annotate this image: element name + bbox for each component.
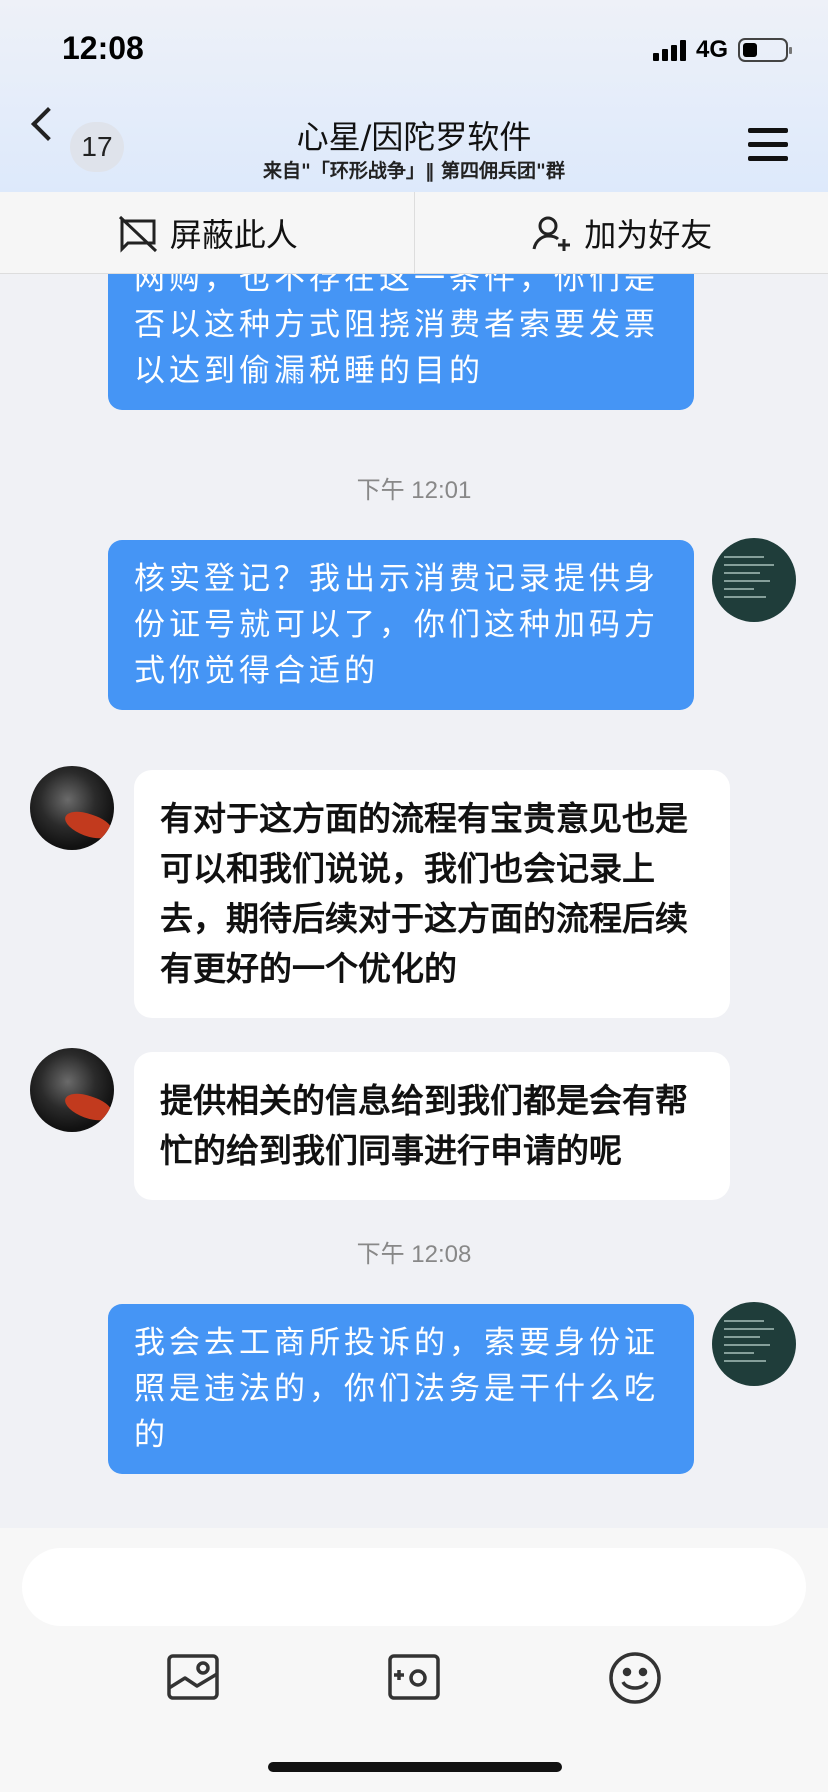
message-bubble-outgoing[interactable]: 我会去工商所投诉的，索要身份证照是违法的，你们法务是干什么吃的 xyxy=(108,1304,694,1474)
block-user-label: 屏蔽此人 xyxy=(169,215,298,254)
message-input[interactable] xyxy=(22,1548,806,1626)
block-user-icon xyxy=(118,215,157,253)
my-avatar[interactable] xyxy=(712,538,796,622)
camera-icon[interactable] xyxy=(384,1648,444,1708)
image-icon[interactable] xyxy=(163,1648,223,1708)
status-time: 12:08 xyxy=(62,30,144,66)
message-bubble-incoming[interactable]: 有对于这方面的流程有宝贵意见也是可以和我们说说，我们也会记录上去，期待后续对于这… xyxy=(134,770,730,1018)
message-timestamp: 下午 12:08 xyxy=(356,1241,472,1268)
add-friend-icon xyxy=(532,216,571,251)
input-toolbar xyxy=(0,1648,828,1748)
input-area xyxy=(0,1528,828,1792)
battery-icon xyxy=(738,38,792,62)
status-indicators: 4G xyxy=(652,36,792,64)
contact-avatar[interactable] xyxy=(30,1048,114,1132)
top-bar: 12:08 4G 17 心星/因陀罗软件 来自"「环形战争」‖ 第四佣兵团"群 xyxy=(0,0,828,192)
chat-area[interactable]: 网购，也不存在这一条件，你们是否以这种方式阻挠消费者索要发票以达到偷漏税睡的目的… xyxy=(0,274,828,1528)
menu-icon[interactable] xyxy=(748,128,788,162)
my-avatar[interactable] xyxy=(712,1302,796,1386)
signal-icon xyxy=(652,39,686,61)
message-bubble-incoming[interactable]: 提供相关的信息给到我们都是会有帮忙的给到我们同事进行申请的呢 xyxy=(134,1052,730,1200)
add-friend-label: 加为好友 xyxy=(584,215,713,254)
action-bar: 屏蔽此人 加为好友 xyxy=(0,192,828,274)
chat-subtitle: 来自"「环形战争」‖ 第四佣兵团"群 xyxy=(263,160,565,182)
message-bubble-outgoing[interactable]: 网购，也不存在这一条件，你们是否以这种方式阻挠消费者索要发票以达到偷漏税睡的目的 xyxy=(108,274,694,410)
network-type: 4G xyxy=(695,36,728,63)
emoji-icon[interactable] xyxy=(605,1648,665,1708)
home-indicator[interactable] xyxy=(268,1762,562,1772)
block-user-button[interactable]: 屏蔽此人 xyxy=(0,192,415,273)
message-bubble-outgoing[interactable]: 核实登记？我出示消费记录提供身份证号就可以了，你们这种加码方式你觉得合适的 xyxy=(108,540,694,710)
chat-title: 心星/因陀罗软件 xyxy=(296,118,532,156)
message-timestamp: 下午 12:01 xyxy=(356,477,472,504)
add-friend-button[interactable]: 加为好友 xyxy=(415,192,828,273)
contact-avatar[interactable] xyxy=(30,766,114,850)
